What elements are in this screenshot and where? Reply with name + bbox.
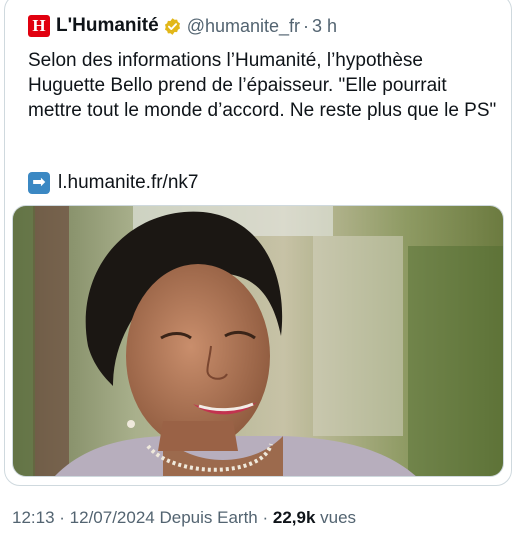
views-label: vues [315,508,357,527]
tweet-card: H L'Humanité @humanite_fr · 3 h Selon de… [0,0,516,540]
display-name[interactable]: L'Humanité [56,15,159,37]
tweet-source: Depuis Earth [154,508,258,527]
tweet-header: H L'Humanité @humanite_fr · 3 h [28,14,337,38]
tweet-time[interactable]: 12:13 [12,508,55,527]
tweet-link[interactable]: l.humanite.fr/nk7 [58,172,198,194]
portrait-photo [13,206,503,476]
verified-badge-icon [164,17,180,35]
handle[interactable]: @humanite_fr [187,16,300,37]
header-separator: · [303,15,310,36]
tweet-age[interactable]: 3 h [312,16,337,37]
right-arrow-icon: ➡ [28,172,50,194]
meta-separator: · [257,508,273,527]
meta-separator: · [54,508,70,527]
avatar[interactable]: H [28,15,50,37]
tweet-link-row: ➡ l.humanite.fr/nk7 [28,172,198,194]
tweet-text: Selon des informations l’Humanité, l’hyp… [28,50,497,121]
tweet-meta: 12:13 · 12/07/2024 Depuis Earth · 22,9k … [12,508,356,528]
tweet-photo[interactable] [12,205,504,477]
tweet-date[interactable]: 12/07/2024 [70,508,155,527]
views-count[interactable]: 22,9k [273,508,316,527]
